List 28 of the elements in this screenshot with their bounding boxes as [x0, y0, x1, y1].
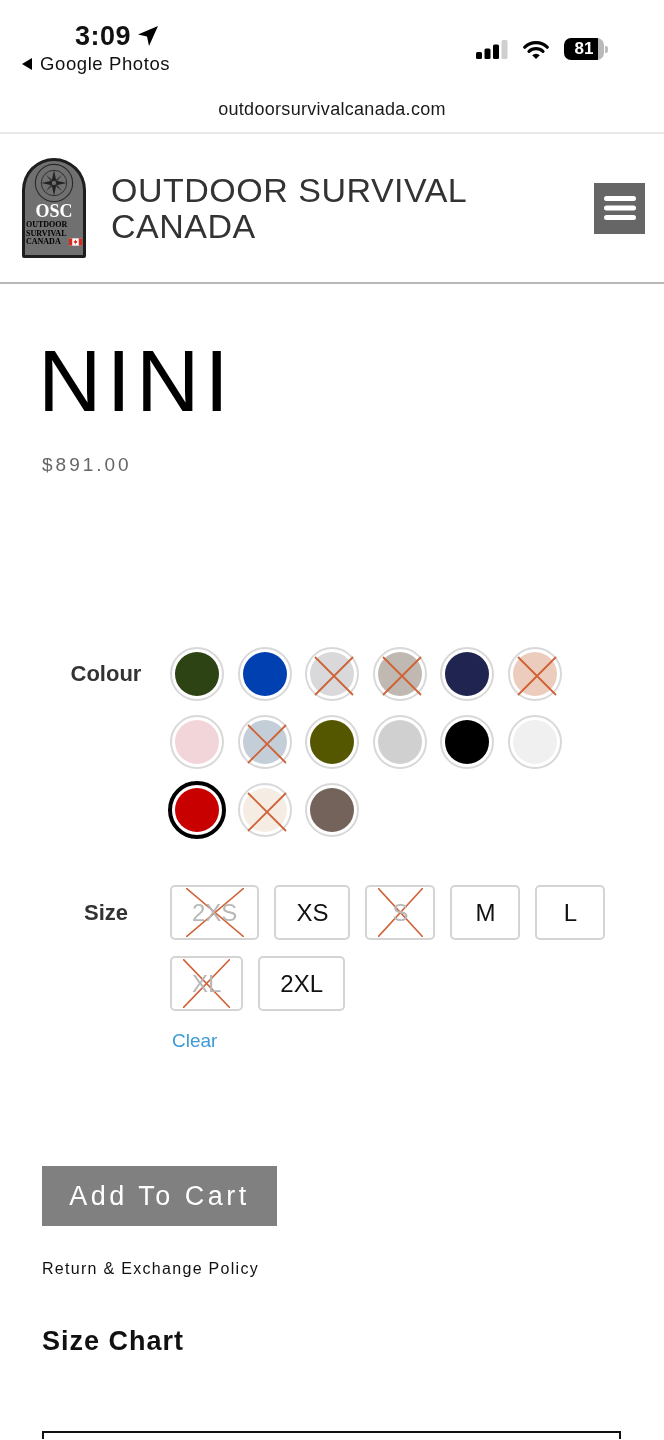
maple-leaf-flag-icon	[69, 237, 82, 246]
size-option[interactable]: XS	[274, 885, 351, 940]
logo-tagline: OUTDOOR SURVIVAL CANADA	[26, 221, 68, 247]
battery-indicator: 81	[564, 38, 608, 60]
location-arrow-icon	[138, 26, 159, 46]
menu-button[interactable]	[594, 182, 645, 234]
compass-icon	[34, 163, 74, 203]
size-chart-heading: Size Chart	[42, 1325, 186, 1358]
size-option[interactable]: 2XL	[258, 956, 346, 1011]
size-label: Size	[83, 899, 129, 927]
logo-badge[interactable]: OSC OUTDOOR SURVIVAL CANADA	[22, 158, 86, 258]
signal-icon	[476, 39, 508, 59]
size-option[interactable]: L	[535, 885, 606, 940]
product-title: NINI	[38, 337, 235, 425]
clock-time: 3:09	[75, 20, 132, 52]
add-to-cart-button[interactable]: Add To Cart	[42, 1166, 277, 1226]
back-button[interactable]: Google Photos	[22, 53, 171, 75]
size-option[interactable]: M	[450, 885, 521, 940]
product-price: $891.00	[42, 453, 133, 477]
policy-link[interactable]: Return & Exchange Policy	[42, 1258, 260, 1280]
menu-icon	[603, 196, 636, 220]
back-icon	[22, 58, 32, 70]
site-title[interactable]: OUTDOOR SURVIVAL CANADA	[111, 172, 511, 244]
logo-monogram: OSC	[35, 203, 73, 220]
wifi-icon	[523, 39, 549, 59]
url-text[interactable]: outdoorsurvivalcanada.com	[218, 98, 446, 120]
colour-label: Colour	[69, 660, 143, 688]
colour-swatch[interactable]	[168, 781, 226, 839]
